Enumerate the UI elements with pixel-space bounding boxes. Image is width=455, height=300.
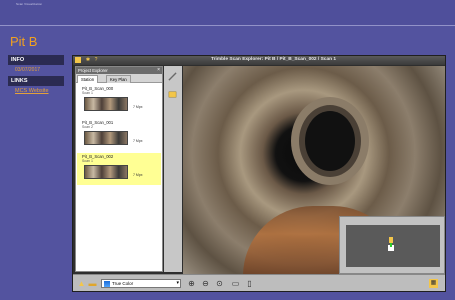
chevron-down-icon[interactable]: ▾ <box>176 280 179 286</box>
top-bar: Scan Visualization <box>0 0 455 26</box>
scan-size: 7 Mpx <box>133 173 143 177</box>
station-marker-icon <box>388 237 394 251</box>
window-icon[interactable]: ▭ <box>231 279 240 288</box>
pipe-interior <box>305 111 355 171</box>
warning-icon[interactable]: ▲ <box>77 279 86 288</box>
window-title: Trimble Scan Explorer: Pit B / Pit_B_Sca… <box>211 57 337 62</box>
window-titlebar: ✱ ? Trimble Scan Explorer: Pit B / Pit_B… <box>73 56 445 65</box>
mcs-website-link[interactable]: MCS Website <box>15 88 49 94</box>
color-swatch <box>104 281 110 287</box>
project-explorer: Project Explorer × Station Key Plan Pit_… <box>75 66 163 272</box>
links-header: LINKS <box>8 76 64 86</box>
key-plan-minimap[interactable] <box>339 216 445 274</box>
scan-size: 7 Mpx <box>133 139 143 143</box>
color-mode-select[interactable]: True Color ▾ <box>101 279 181 288</box>
scan-explorer-window: ✱ ? Trimble Scan Explorer: Pit B / Pit_B… <box>72 55 446 292</box>
color-mode-label: True Color <box>112 281 134 286</box>
explorer-tabs: Station Key Plan <box>76 74 162 83</box>
folder-icon[interactable] <box>75 57 81 63</box>
tool-sidebar <box>164 66 182 272</box>
scan-subtitle: Scan 2 <box>82 125 93 129</box>
info-header: INFO <box>8 55 64 65</box>
tab-station[interactable]: Station <box>77 75 99 83</box>
gear-icon[interactable]: ✱ <box>85 57 91 63</box>
bottom-toolbar: ▲ ▬ True Color ▾ ⊕ ⊖ ⊙ ▭ ▯ ▦ <box>73 274 445 291</box>
zoom-out-icon[interactable]: ⊖ <box>201 279 210 288</box>
scan-list-item[interactable]: Pit_B_Scan_001 Scan 2 7 Mpx <box>77 119 161 151</box>
zoom-fit-icon[interactable]: ⊙ <box>215 279 224 288</box>
document-icon[interactable]: ▯ <box>245 279 254 288</box>
page-title: Pit B <box>10 34 38 49</box>
info-date: 03/07/2017 <box>15 67 41 73</box>
scan-subtitle: Scan 1 <box>82 91 93 95</box>
logo: Scan Visualization <box>16 2 43 6</box>
zoom-in-icon[interactable]: ⊕ <box>187 279 196 288</box>
scan-panorama-view[interactable] <box>183 66 445 274</box>
measure-tool-icon[interactable] <box>168 72 177 81</box>
scan-thumbnail <box>84 131 128 145</box>
scan-list-item-selected[interactable]: Pit_B_Scan_002 Scan 1 7 Mpx <box>77 153 161 185</box>
scan-size: 7 Mpx <box>133 105 143 109</box>
scan-list-item[interactable]: Pit_B_Scan_000 Scan 1 7 Mpx <box>77 85 161 117</box>
note-icon[interactable] <box>168 90 177 99</box>
help-icon[interactable]: ? <box>93 57 99 63</box>
scan-thumbnail <box>84 165 128 179</box>
palette-icon[interactable]: ▬ <box>88 279 97 288</box>
scan-thumbnail <box>84 97 128 111</box>
tab-key-plan[interactable]: Key Plan <box>106 75 131 83</box>
minimap-view <box>346 225 440 267</box>
image-icon[interactable]: ▦ <box>429 279 438 288</box>
project-explorer-header: Project Explorer × <box>76 67 162 74</box>
scan-subtitle: Scan 1 <box>82 159 93 163</box>
close-icon[interactable]: × <box>157 67 160 73</box>
project-explorer-title: Project Explorer <box>78 68 108 73</box>
